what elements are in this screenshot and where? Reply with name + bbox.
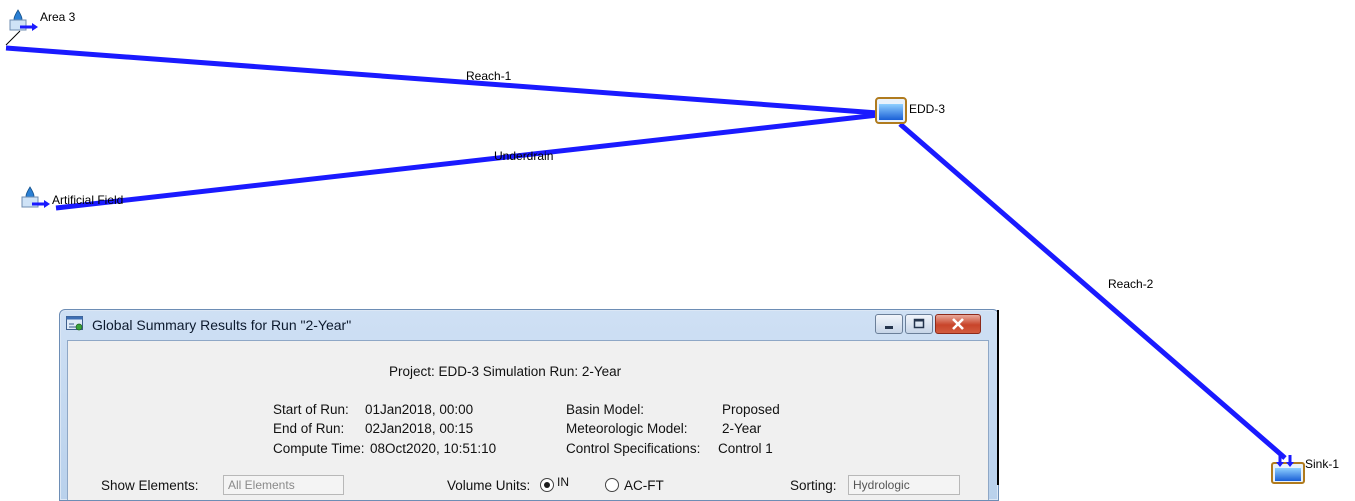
sorting-dropdown[interactable]: Hydrologic — [848, 475, 960, 495]
artificial-field-label: Artificial Field — [52, 193, 124, 207]
volume-unit-acft-label: AC-FT — [624, 478, 664, 493]
edd3-reservoir-icon[interactable] — [875, 97, 907, 124]
dialog-title: Global Summary Results for Run "2-Year" — [92, 317, 352, 333]
basin-model-value: Proposed — [722, 402, 780, 417]
volume-unit-in-radio[interactable] — [540, 478, 554, 492]
control-spec-label: Control Specifications: — [566, 441, 701, 456]
start-of-run-value: 01Jan2018, 00:00 — [365, 402, 474, 417]
sink1-label: Sink-1 — [1305, 457, 1340, 471]
window-edge — [997, 310, 999, 485]
artificial-field-subbasin-icon[interactable] — [21, 186, 50, 208]
end-of-run-label: End of Run: — [273, 421, 345, 436]
dialog-body: Project: EDD-3 Simulation Run: 2-Year St… — [67, 340, 989, 500]
show-elements-dropdown[interactable]: All Elements — [223, 475, 344, 495]
met-model-value: 2-Year — [722, 421, 762, 436]
underdrain-link[interactable] — [55, 112, 879, 211]
close-button[interactable] — [935, 314, 981, 334]
sink1-sink-icon[interactable] — [1271, 455, 1305, 484]
volume-units-label: Volume Units: — [447, 478, 531, 493]
dialog-titlebar[interactable]: Global Summary Results for Run "2-Year" — [60, 310, 998, 340]
compute-time-label: Compute Time: — [273, 441, 365, 456]
show-elements-label: Show Elements: — [101, 478, 199, 493]
volume-unit-acft-radio[interactable] — [605, 478, 619, 492]
app-window-icon — [66, 316, 84, 337]
area3-label: Area 3 — [40, 10, 76, 24]
reach-1-link[interactable] — [5, 45, 879, 116]
start-of-run-label: Start of Run: — [273, 402, 349, 417]
maximize-icon — [913, 318, 925, 329]
basin-model-label: Basin Model: — [566, 402, 645, 417]
minimize-button[interactable] — [875, 314, 903, 334]
maximize-button[interactable] — [905, 314, 933, 334]
control-spec-value: Control 1 — [718, 441, 773, 456]
compute-time-value: 08Oct2020, 10:51:10 — [370, 441, 497, 456]
minimize-icon — [885, 326, 893, 329]
met-model-label: Meteorologic Model: — [566, 421, 688, 436]
area3-connector — [5, 30, 21, 46]
volume-unit-in-label: IN — [557, 475, 569, 489]
reach-2-label: Reach-2 — [1108, 277, 1154, 291]
reach-1-label: Reach-1 — [466, 69, 512, 83]
end-of-run-value: 02Jan2018, 00:15 — [365, 421, 474, 436]
area3-subbasin-icon[interactable] — [9, 9, 38, 31]
global-summary-dialog: Global Summary Results for Run "2-Year" … — [59, 309, 999, 501]
project-line: Project: EDD-3 Simulation Run: 2-Year — [389, 364, 622, 379]
edd3-label: EDD-3 — [909, 102, 946, 116]
close-icon — [952, 318, 964, 330]
sorting-label: Sorting: — [790, 478, 837, 493]
underdrain-label: Underdrain — [494, 149, 554, 163]
